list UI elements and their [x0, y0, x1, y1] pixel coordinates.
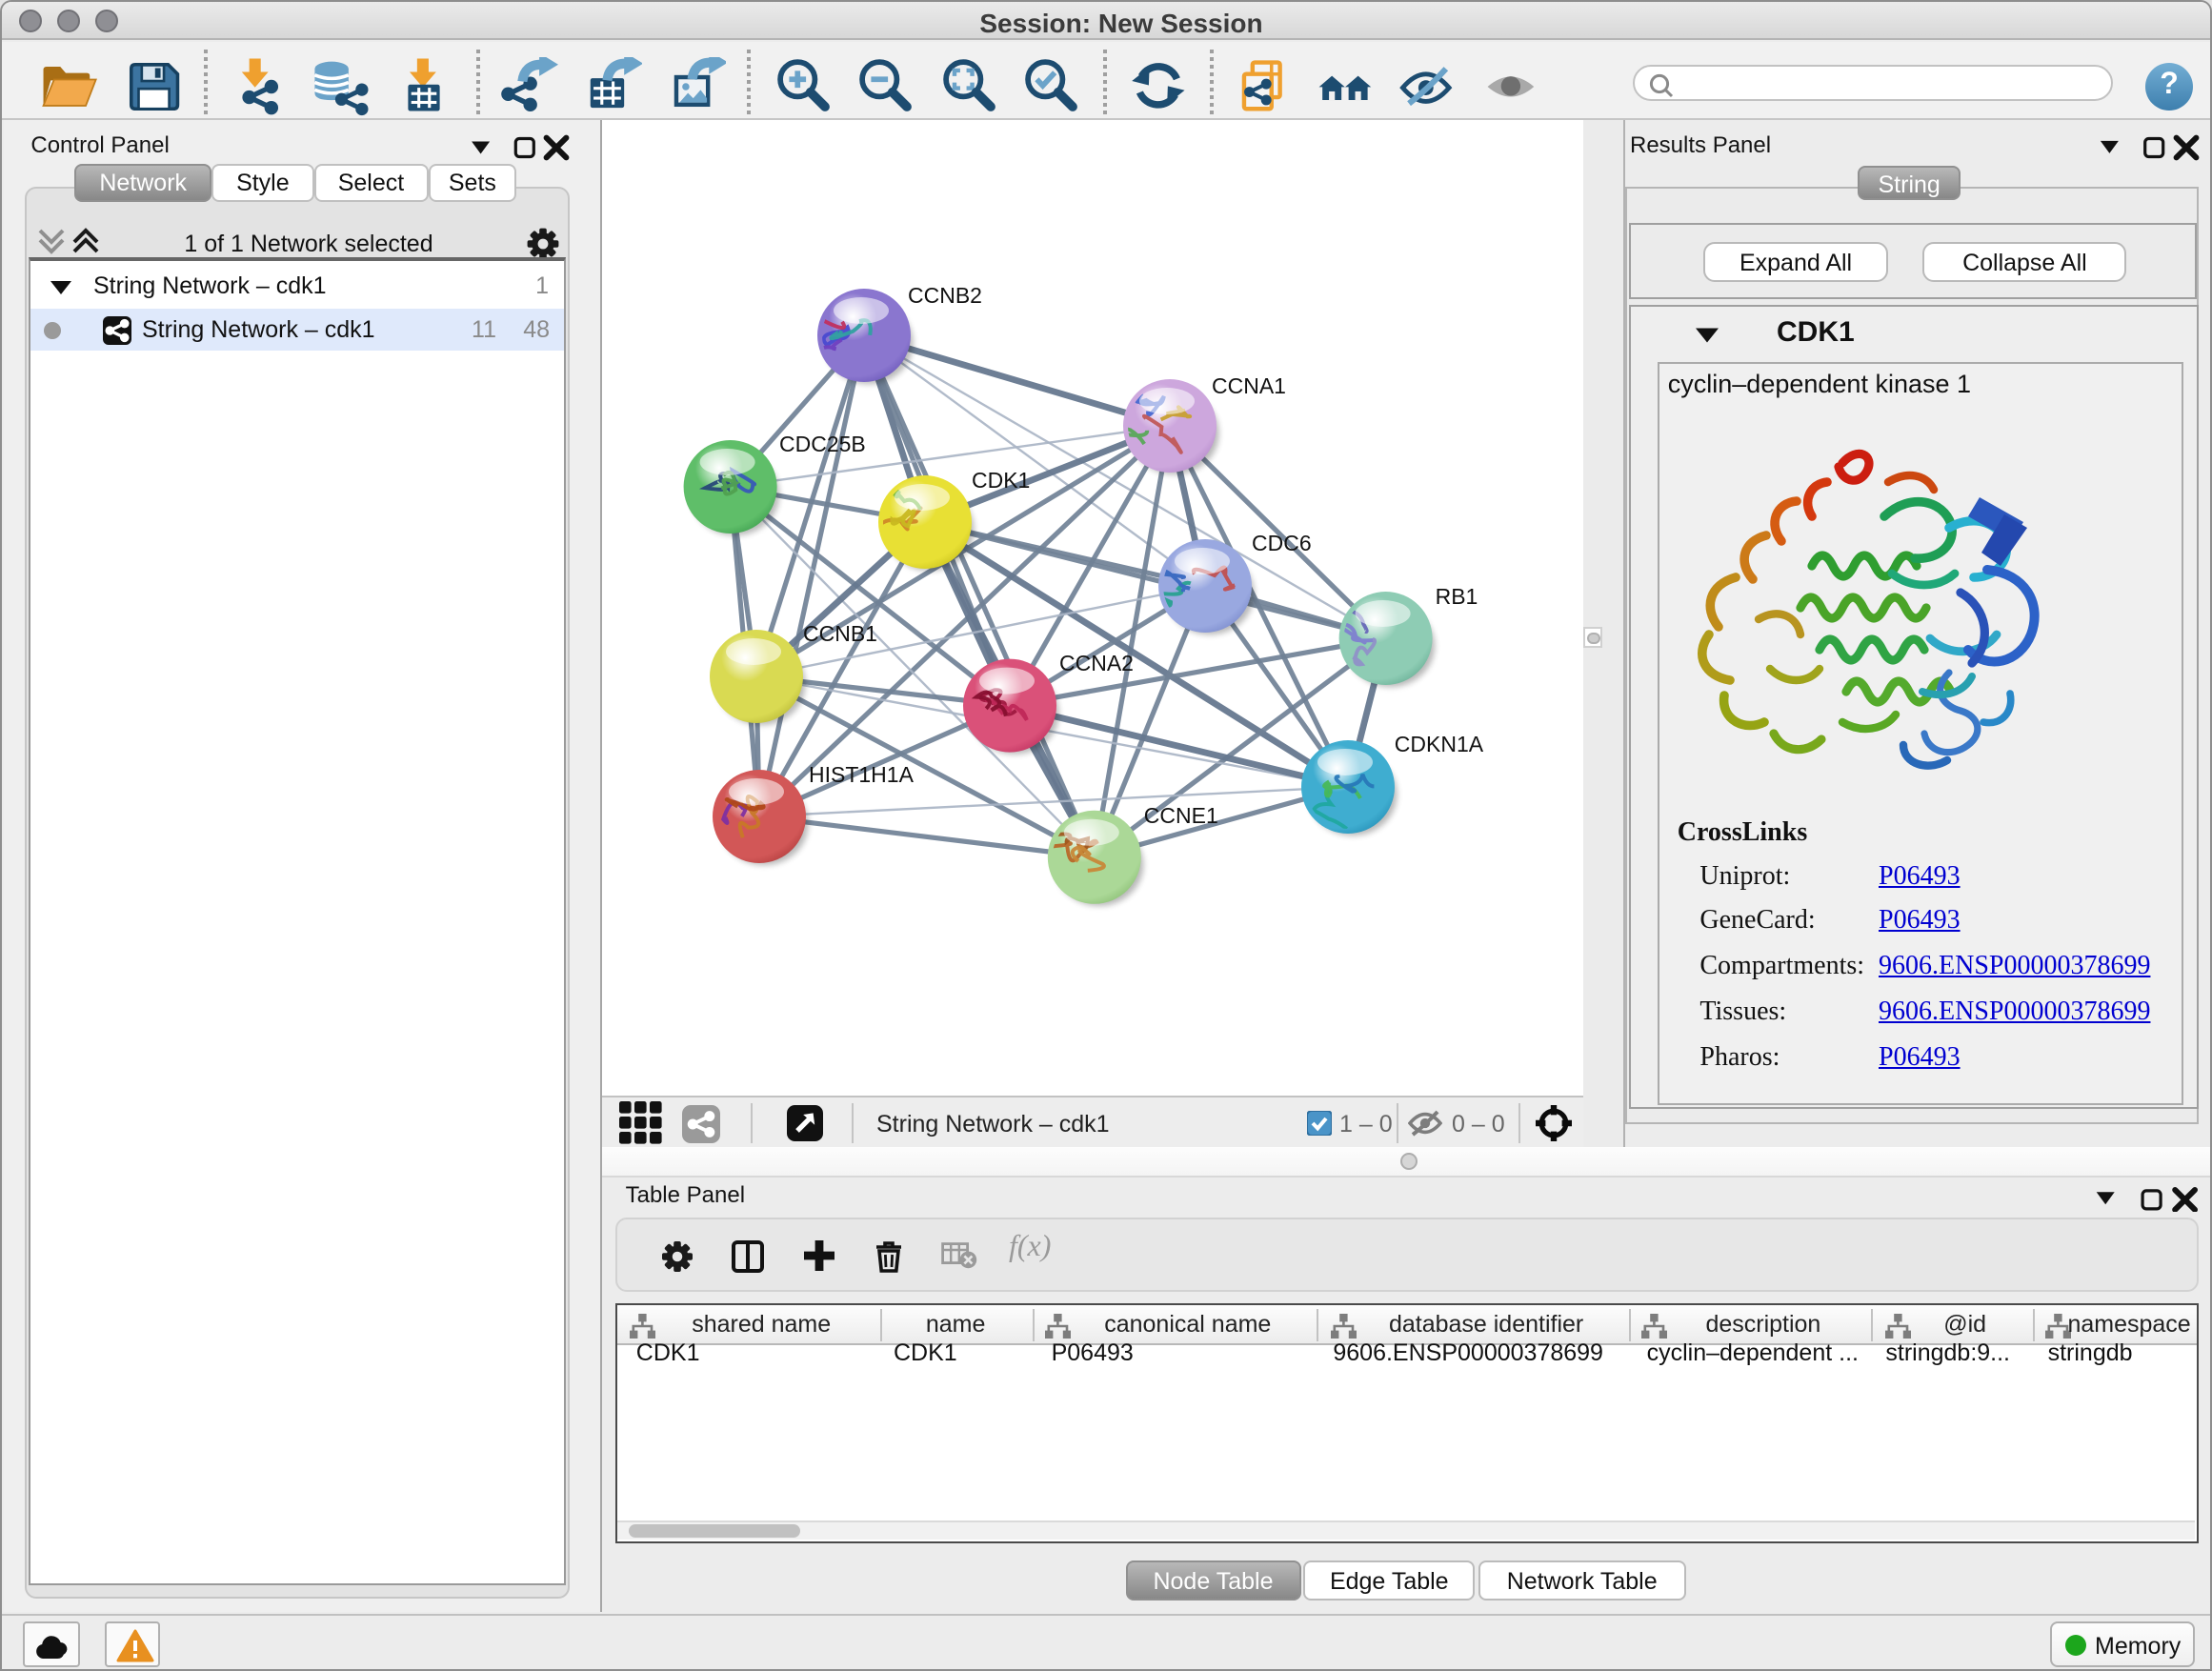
svg-text:RB1: RB1 [1436, 584, 1478, 609]
svg-text:CCNB1: CCNB1 [803, 621, 877, 646]
svg-text:CDKN1A: CDKN1A [1395, 732, 1484, 756]
svg-text:CDC25B: CDC25B [779, 432, 866, 456]
svg-text:CCNB2: CCNB2 [908, 283, 982, 308]
svg-text:CCNA1: CCNA1 [1212, 373, 1286, 398]
svg-text:CDK1: CDK1 [972, 468, 1030, 493]
svg-text:HIST1H1A: HIST1H1A [809, 762, 915, 787]
svg-text:CCNA2: CCNA2 [1059, 651, 1134, 675]
svg-text:CCNE1: CCNE1 [1144, 803, 1218, 828]
svg-text:CDC6: CDC6 [1252, 531, 1312, 555]
